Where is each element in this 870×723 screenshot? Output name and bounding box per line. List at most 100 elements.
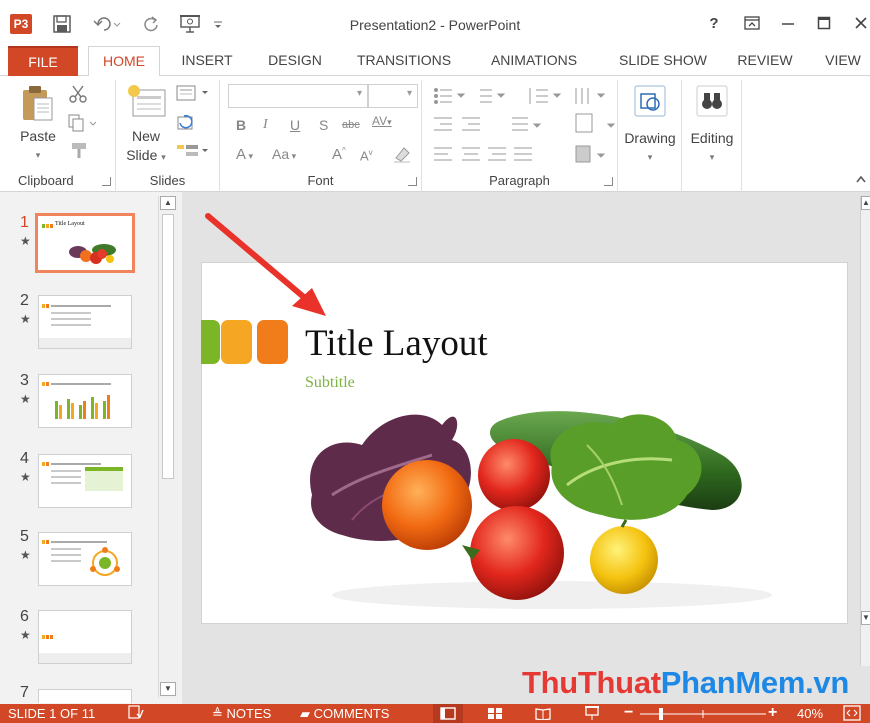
new-slide-label-2: Slide ▾ [126, 147, 166, 163]
tab-review[interactable]: REVIEW [730, 46, 800, 76]
clipboard-group-label: Clipboard [18, 173, 74, 188]
close-icon[interactable] [850, 12, 870, 34]
character-spacing-button[interactable]: AV▾ [372, 114, 392, 128]
help-icon[interactable]: ? [703, 12, 725, 34]
slide-scroll-up-icon[interactable]: ▲ [861, 196, 870, 210]
tab-transitions[interactable]: TRANSITIONS [348, 46, 460, 76]
thumbnail-scrollbar-thumb[interactable] [162, 214, 174, 479]
drawing-label: Drawing [624, 130, 676, 146]
tab-file[interactable]: FILE [8, 46, 78, 76]
thumb-bar-chart-icon [55, 395, 110, 419]
tab-view[interactable]: VIEW [818, 46, 868, 76]
change-case-button[interactable]: Aa ▾ [272, 146, 296, 162]
clear-formatting-icon[interactable] [392, 144, 412, 167]
increase-font-size-button[interactable]: A^ [332, 146, 346, 163]
clipboard-launcher-icon[interactable] [102, 177, 111, 186]
font-group-label: Font [307, 173, 334, 188]
thumb-number: 5 [20, 528, 29, 545]
drawing-group: Drawing ▾ [618, 80, 682, 192]
undo-icon[interactable] [92, 14, 122, 34]
font-name-combobox[interactable] [228, 84, 368, 108]
reset-slide-icon[interactable] [176, 114, 196, 135]
slide-vertical-scrollbar[interactable] [860, 196, 870, 666]
slide-thumbnail-2[interactable] [38, 295, 132, 349]
paste-icon [23, 86, 53, 121]
tab-home[interactable]: HOME [88, 46, 160, 77]
font-launcher-icon[interactable] [408, 177, 417, 186]
thumb-number: 2 [20, 292, 29, 309]
present-from-beginning-icon[interactable] [178, 14, 202, 34]
paragraph-launcher-icon[interactable] [604, 177, 613, 186]
ribbon-display-options-icon[interactable] [741, 12, 763, 34]
zoom-in-icon[interactable]: + [768, 704, 777, 722]
save-icon[interactable] [52, 14, 72, 34]
thumb-title: Title Layout [55, 221, 85, 227]
drawing-button[interactable]: Drawing ▾ [620, 84, 680, 167]
reading-view-icon[interactable] [535, 707, 551, 723]
spell-check-icon[interactable] [128, 705, 144, 722]
slide-sorter-view-icon[interactable] [487, 707, 503, 723]
decrease-font-size-button[interactable]: Av [360, 148, 373, 163]
tab-slide-show[interactable]: SLIDE SHOW [608, 46, 718, 76]
copy-icon[interactable] [68, 114, 98, 135]
scroll-down-icon[interactable]: ▼ [160, 682, 176, 696]
underline-button[interactable]: U [290, 117, 300, 133]
tab-insert[interactable]: INSERT [174, 46, 240, 76]
thumb-cycle-diagram-icon [90, 547, 120, 576]
binoculars-icon [696, 85, 728, 117]
thumb-number: 3 [20, 372, 29, 389]
editing-button[interactable]: Editing ▾ [684, 84, 740, 167]
slides-group: New Slide ▾ Slides [116, 80, 220, 192]
zoom-slider-thumb[interactable] [659, 708, 663, 720]
slide-title[interactable]: Title Layout [305, 322, 488, 365]
notes-icon: ≜ [212, 706, 223, 721]
paste-button[interactable]: Paste ▾ [10, 84, 66, 165]
new-slide-button[interactable]: New Slide ▾ [118, 84, 174, 167]
format-painter-icon[interactable] [68, 142, 90, 163]
collapse-ribbon-icon[interactable] [856, 174, 866, 186]
thumb-vegetables-image [69, 244, 116, 264]
editing-dropdown-icon[interactable]: ▾ [684, 148, 740, 167]
zoom-out-icon[interactable]: − [624, 704, 633, 722]
change-case-a-button[interactable]: A ▾ [236, 146, 253, 163]
tab-animations[interactable]: ANIMATIONS [478, 46, 590, 76]
font-size-combobox[interactable] [368, 84, 418, 108]
bold-button[interactable]: B [236, 117, 246, 133]
slide-show-view-icon[interactable] [584, 706, 600, 723]
slide-thumbnail-7[interactable] [38, 689, 132, 703]
slide-thumbnail-1[interactable]: Title Layout [35, 213, 135, 273]
scroll-up-icon[interactable]: ▲ [160, 196, 176, 210]
slide-indicator[interactable]: SLIDE 1 OF 11 [8, 706, 95, 721]
slide-thumbnail-5[interactable] [38, 532, 132, 586]
paste-dropdown-icon[interactable]: ▾ [10, 146, 66, 165]
customize-qat-icon[interactable] [212, 14, 224, 34]
layout-icon[interactable] [176, 84, 212, 105]
slide-thumbnail-4[interactable] [38, 454, 132, 508]
slide-thumbnail-3[interactable] [38, 374, 132, 428]
slide-subtitle[interactable]: Subtitle [305, 374, 355, 392]
text-shadow-button[interactable]: S [319, 117, 328, 133]
thumb-number: 4 [20, 450, 29, 467]
italic-button[interactable]: I [263, 117, 268, 133]
comments-button[interactable]: ▰ COMMENTS [300, 706, 389, 722]
maximize-icon[interactable] [813, 12, 835, 34]
normal-view-icon[interactable] [433, 704, 463, 723]
tab-design[interactable]: DESIGN [260, 46, 330, 76]
zoom-slider[interactable] [638, 707, 768, 721]
slide-scroll-down-icon[interactable]: ▼ [861, 611, 870, 625]
redo-icon[interactable] [142, 14, 160, 34]
section-icon[interactable] [176, 142, 212, 163]
animation-star-icon: ★ [20, 312, 31, 326]
notes-button[interactable]: ≜ NOTES [212, 706, 271, 722]
editing-group: Editing ▾ [682, 80, 742, 192]
powerpoint-logo-icon[interactable]: P3 [10, 14, 32, 34]
drawing-dropdown-icon[interactable]: ▾ [620, 148, 680, 167]
watermark-logo: ThuThuatPhanMem.vn [522, 665, 849, 700]
minimize-icon[interactable] [777, 12, 799, 34]
slide-thumbnail-6[interactable] [38, 610, 132, 664]
strikethrough-button[interactable]: abc [342, 119, 360, 131]
zoom-level[interactable]: 40% [797, 706, 823, 721]
fit-slide-to-window-icon[interactable] [843, 705, 861, 723]
cut-icon[interactable] [68, 84, 88, 107]
paragraph-buttons-icon[interactable] [432, 86, 618, 176]
